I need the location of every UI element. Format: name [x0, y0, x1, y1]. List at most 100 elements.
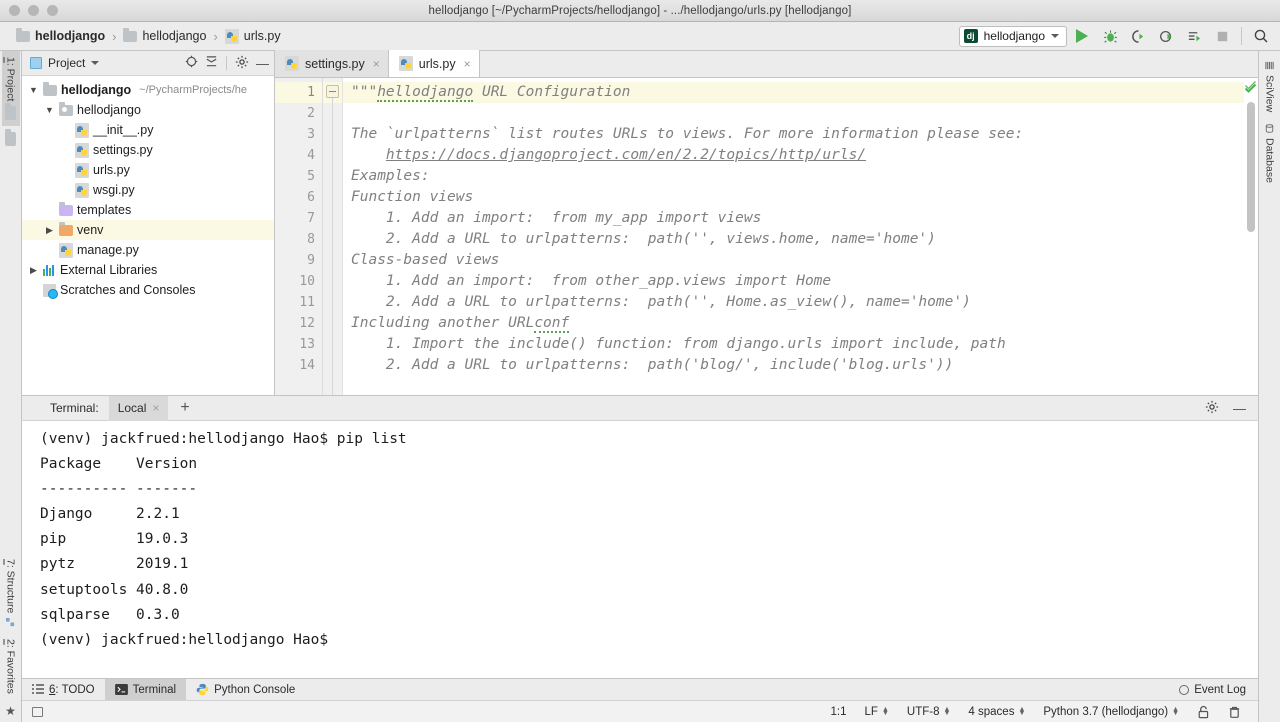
- structure-icon: [6, 618, 15, 627]
- terminal-tab-label: Local: [118, 401, 147, 415]
- line-number: 14: [275, 355, 322, 376]
- file-encoding[interactable]: UTF-8▲▼: [898, 706, 960, 718]
- code-line[interactable]: 1. Add an import: from other_app.views i…: [343, 271, 1244, 292]
- code-line[interactable]: The `urlpatterns` list routes URLs to vi…: [343, 124, 1244, 145]
- code-line[interactable]: 2. Add a URL to urlpatterns: path('', vi…: [343, 229, 1244, 250]
- fold-gutter[interactable]: [323, 78, 343, 395]
- code-line[interactable]: 2. Add a URL to urlpatterns: path('', Ho…: [343, 292, 1244, 313]
- terminal-tab-label: Terminal: [133, 684, 176, 696]
- collapse-all-icon[interactable]: [205, 55, 218, 71]
- chevron-right-icon[interactable]: ▶: [44, 225, 55, 236]
- event-log-button[interactable]: Event Log: [1179, 684, 1246, 696]
- settings-gear-icon[interactable]: [235, 55, 249, 72]
- tree-node-path: ~/PycharmProjects/he: [139, 84, 247, 96]
- tree-node[interactable]: wsgi.py: [22, 180, 274, 200]
- chevron-down-icon[interactable]: [91, 61, 99, 65]
- terminal-output[interactable]: (venv) jackfrued:hellodjango Hao$ pip li…: [22, 421, 1258, 678]
- close-icon[interactable]: ×: [464, 57, 471, 71]
- title-bar: hellodjango [~/PycharmProjects/hellodjan…: [0, 0, 1280, 22]
- terminal-tab-local[interactable]: Local ×: [109, 396, 169, 421]
- breadcrumb-label: hellodjango: [142, 29, 206, 43]
- ok-check-icon[interactable]: [1244, 81, 1258, 95]
- profile-button[interactable]: [1153, 24, 1179, 48]
- lock-icon[interactable]: [1188, 705, 1219, 719]
- locate-icon[interactable]: [185, 55, 198, 71]
- settings-gear-icon[interactable]: [1205, 400, 1219, 417]
- run-with-console-button[interactable]: [1181, 24, 1207, 48]
- tree-node[interactable]: templates: [22, 200, 274, 220]
- line-number: 13: [275, 334, 322, 355]
- run-coverage-button[interactable]: [1125, 24, 1151, 48]
- close-icon[interactable]: ×: [373, 57, 380, 71]
- caret-position[interactable]: 1:1: [822, 706, 856, 718]
- code-line[interactable]: 1. Import the include() function: from d…: [343, 334, 1244, 355]
- trash-icon[interactable]: [1219, 705, 1250, 719]
- breadcrumb-item-module[interactable]: hellodjango: [119, 28, 210, 44]
- tree-node[interactable]: ▼hellodjango: [22, 100, 274, 120]
- run-configuration-selector[interactable]: dj hellodjango: [959, 26, 1067, 47]
- breadcrumb-item-project[interactable]: hellodjango: [12, 28, 109, 44]
- tool-window-terminal[interactable]: Terminal: [105, 679, 186, 701]
- sidebar-item-project[interactable]: 1: Project: [2, 51, 20, 126]
- hide-panel-icon[interactable]: —: [256, 56, 269, 71]
- code-line[interactable]: 2. Add a URL to urlpatterns: path('blog/…: [343, 355, 1244, 376]
- django-icon: dj: [964, 29, 978, 43]
- tree-node[interactable]: manage.py: [22, 240, 274, 260]
- sidebar-item-favorites[interactable]: 2: Favorites: [2, 633, 20, 700]
- code-editor[interactable]: 1234567891011121314 """hellodjango URL C…: [275, 78, 1258, 395]
- indent-setting[interactable]: 4 spaces▲▼: [959, 706, 1034, 718]
- sidebar-item-sciview[interactable]: SciView: [1261, 55, 1279, 118]
- tree-node[interactable]: settings.py: [22, 140, 274, 160]
- tree-node-label: wsgi.py: [93, 183, 135, 197]
- line-number-gutter: 1234567891011121314: [275, 78, 323, 395]
- tree-node[interactable]: urls.py: [22, 160, 274, 180]
- code-line[interactable]: [343, 103, 1244, 124]
- line-separator[interactable]: LF▲▼: [856, 706, 898, 718]
- search-icon[interactable]: [1248, 24, 1274, 48]
- sidebar-item-database[interactable]: Database: [1261, 118, 1279, 189]
- todo-label: 6: TODO: [49, 684, 95, 696]
- code-line[interactable]: Class-based views: [343, 250, 1244, 271]
- chevron-down-icon[interactable]: ▼: [44, 105, 55, 115]
- line-number: 2: [275, 103, 322, 124]
- chevron-down-icon[interactable]: ▼: [28, 85, 39, 95]
- tool-window-python-console[interactable]: Python Console: [186, 679, 305, 701]
- code-line[interactable]: Including another URLconf: [343, 313, 1244, 334]
- code-line[interactable]: Examples:: [343, 166, 1244, 187]
- breadcrumb-item-file[interactable]: urls.py: [221, 28, 285, 45]
- tool-window-todo[interactable]: 6: TODO: [22, 679, 105, 701]
- hide-panel-icon[interactable]: —: [1233, 401, 1246, 416]
- code-line[interactable]: """hellodjango URL Configuration: [343, 82, 1244, 103]
- python-file-icon: [399, 56, 413, 71]
- python-interpreter[interactable]: Python 3.7 (hellodjango)▲▼: [1034, 706, 1188, 718]
- run-button[interactable]: [1069, 24, 1095, 48]
- tree-node[interactable]: __init__.py: [22, 120, 274, 140]
- tab-urls-py[interactable]: urls.py ×: [389, 50, 480, 77]
- scratches-icon: [43, 284, 56, 297]
- debug-button[interactable]: [1097, 24, 1123, 48]
- tree-node[interactable]: ▼hellodjango~/PycharmProjects/he: [22, 80, 274, 100]
- breadcrumb-label: urls.py: [244, 29, 281, 43]
- vertical-scrollbar[interactable]: [1247, 102, 1255, 232]
- database-icon: [1265, 124, 1274, 133]
- chevron-right-icon[interactable]: ▶: [28, 265, 39, 276]
- stop-button[interactable]: [1209, 24, 1235, 48]
- tree-node[interactable]: ▶venv: [22, 220, 274, 240]
- tree-node[interactable]: Scratches and Consoles: [22, 280, 274, 300]
- breadcrumb-label: hellodjango: [35, 29, 105, 43]
- toggle-toolwindow-icon[interactable]: [32, 707, 43, 717]
- code-line[interactable]: Function views: [343, 187, 1244, 208]
- collapse-block-icon[interactable]: [326, 85, 339, 98]
- code-line[interactable]: 1. Add an import: from my_app import vie…: [343, 208, 1244, 229]
- tab-settings-py[interactable]: settings.py ×: [275, 50, 389, 77]
- close-icon[interactable]: ×: [152, 401, 159, 415]
- event-log-area[interactable]: Event Log: [1179, 684, 1258, 696]
- new-terminal-button[interactable]: +: [168, 400, 201, 416]
- editor-scrollbar-area[interactable]: [1244, 78, 1258, 395]
- right-tool-strip: SciView Database: [1258, 51, 1280, 722]
- code-line[interactable]: https://docs.djangoproject.com/en/2.2/to…: [343, 145, 1244, 166]
- python-file-icon: [225, 29, 239, 44]
- tree-node[interactable]: ▶External Libraries: [22, 260, 274, 280]
- sidebar-item-structure[interactable]: 7: Structure: [2, 553, 20, 633]
- code-content[interactable]: """hellodjango URL Configuration The `url…: [343, 78, 1244, 395]
